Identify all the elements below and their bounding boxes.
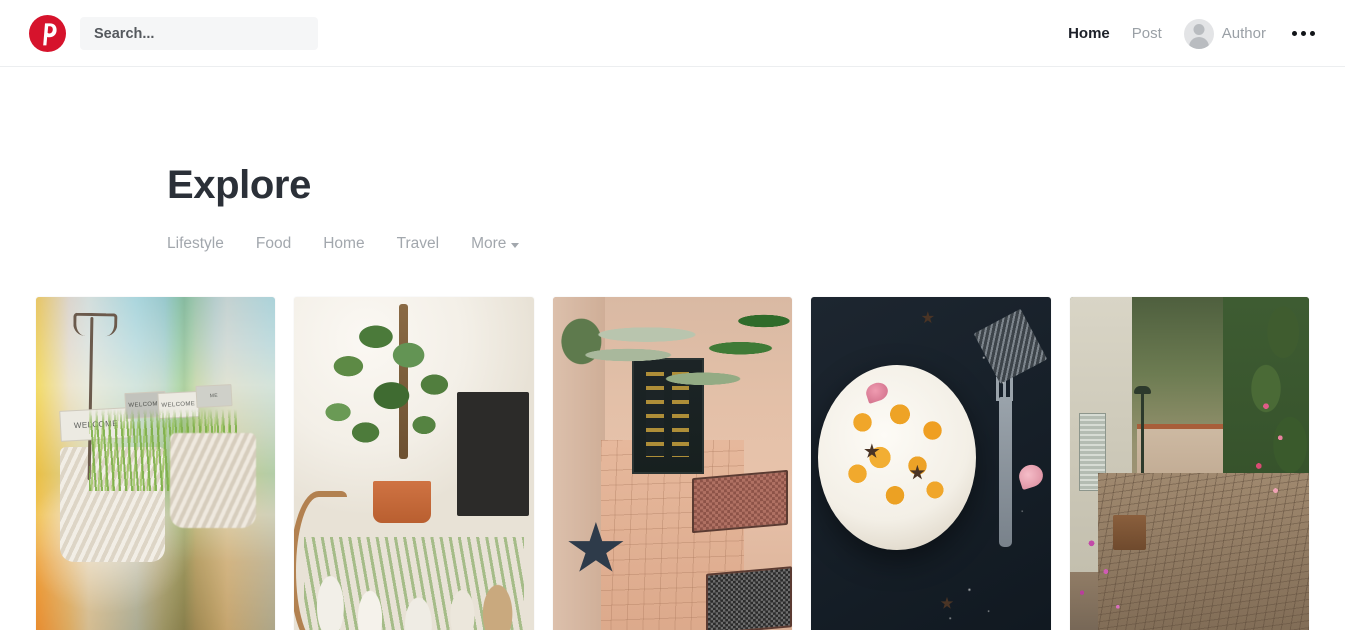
category-food[interactable]: Food xyxy=(256,235,291,253)
grid-column xyxy=(1069,297,1310,630)
pin-card[interactable] xyxy=(552,297,793,630)
welcome-sign: ME xyxy=(195,384,233,409)
search-input[interactable] xyxy=(80,17,318,50)
ellipsis-dot xyxy=(1292,31,1297,36)
pin-image xyxy=(811,297,1051,630)
grid-column: NO xyxy=(552,297,793,630)
pinterest-p-logo[interactable] xyxy=(29,15,66,52)
ellipsis-dot xyxy=(1301,31,1306,36)
ellipsis-dot xyxy=(1310,31,1315,36)
pin-card[interactable]: WELCOME WELCOME WELCOME ME xyxy=(36,297,276,630)
category-label: More xyxy=(471,235,507,252)
category-label: Home xyxy=(323,235,365,252)
top-header: Home Post Author xyxy=(0,0,1345,67)
pin-card[interactable] xyxy=(1069,297,1310,630)
category-lifestyle[interactable]: Lifestyle xyxy=(167,235,224,253)
pin-image xyxy=(1069,297,1310,630)
category-travel[interactable]: Travel xyxy=(397,235,440,253)
category-nav: Lifestyle Food Home Travel More xyxy=(167,235,520,253)
banana-palm-leaves xyxy=(557,303,793,475)
masonry-grid: WELCOME WELCOME WELCOME ME xyxy=(36,297,1310,630)
author-name-label: Author xyxy=(1221,25,1266,42)
chevron-down-icon xyxy=(511,242,520,248)
pin-card[interactable] xyxy=(294,297,534,630)
grid-column: WELCOME WELCOME WELCOME ME xyxy=(36,297,276,630)
pin-image xyxy=(552,297,793,630)
avatar-body-shape xyxy=(1188,36,1209,49)
category-more-dropdown[interactable]: More xyxy=(471,235,520,253)
grid-column xyxy=(811,297,1051,630)
author-menu[interactable]: Author xyxy=(1173,18,1276,49)
nav-link-home[interactable]: Home xyxy=(1057,25,1121,42)
category-label: Travel xyxy=(396,235,440,252)
sugar-crumbs-shape xyxy=(811,297,1051,630)
category-label: Food xyxy=(255,235,292,252)
foliage-shape xyxy=(313,311,486,495)
terracotta-pot-shape xyxy=(373,480,431,523)
category-label: Lifestyle xyxy=(167,235,224,252)
nav-link-post[interactable]: Post xyxy=(1121,25,1173,42)
mosaic-table-shape xyxy=(691,470,788,534)
flowers-shape xyxy=(1069,297,1310,630)
mosaic-table-shape xyxy=(706,566,793,630)
page-title: Explore xyxy=(167,163,311,207)
user-avatar-icon xyxy=(1183,18,1214,49)
grid-column xyxy=(294,297,534,630)
header-right-nav: Home Post Author xyxy=(1057,0,1319,67)
avatar-head-shape xyxy=(1193,23,1205,35)
rattan-chair-shape xyxy=(294,491,348,630)
pin-image xyxy=(294,297,534,630)
sprouts-shape xyxy=(88,409,238,491)
category-home[interactable]: Home xyxy=(323,235,364,253)
pin-card[interactable] xyxy=(811,297,1051,630)
pin-image: WELCOME WELCOME WELCOME ME xyxy=(36,297,276,630)
ellipsis-horizontal-icon[interactable] xyxy=(1276,31,1319,36)
